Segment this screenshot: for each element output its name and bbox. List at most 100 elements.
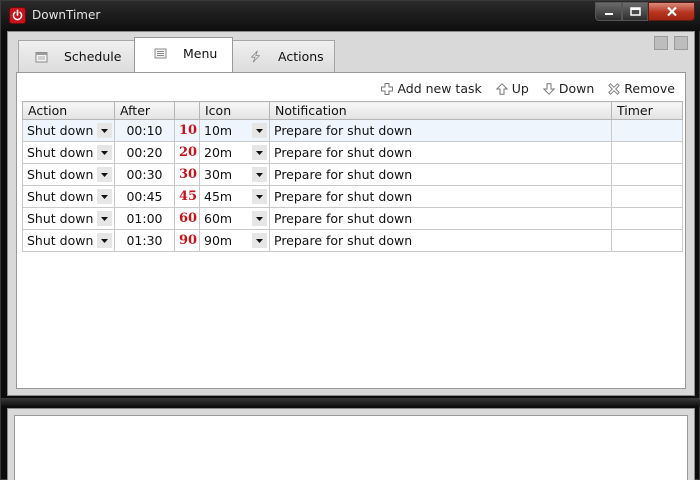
col-timer[interactable]: Timer: [611, 101, 683, 120]
action-dropdown-button[interactable]: [97, 145, 112, 160]
action-cell[interactable]: Shut down: [22, 185, 115, 208]
action-value: Shut down: [27, 233, 94, 248]
action-value: Shut down: [27, 189, 94, 204]
icon-value: 30m: [204, 167, 233, 182]
timer-cell[interactable]: [611, 119, 683, 142]
number-icon-cell: 30: [174, 163, 200, 186]
timer-cell[interactable]: [611, 163, 683, 186]
table-row[interactable]: Shut down 01:00 60 60m Prepare for shut down: [22, 207, 683, 230]
icon-dropdown-button[interactable]: [252, 167, 267, 182]
after-cell[interactable]: 00:30: [114, 163, 175, 186]
maximize-button[interactable]: [622, 2, 648, 21]
col-icon[interactable]: Icon: [199, 101, 270, 120]
icon-cell[interactable]: 20m: [199, 141, 270, 164]
notification-cell[interactable]: Prepare for shut down: [269, 185, 612, 208]
close-icon: [666, 6, 677, 17]
notification-cell[interactable]: Prepare for shut down: [269, 207, 612, 230]
chevron-down-icon: [256, 238, 263, 243]
icon-value: 10m: [204, 123, 233, 138]
icon-cell[interactable]: 90m: [199, 229, 270, 252]
number-icon-cell: 10: [174, 119, 200, 142]
timer-cell[interactable]: [611, 185, 683, 208]
menu-panel: Add new task Up Down Remove Action After…: [16, 72, 686, 389]
number-icon-cell: 45: [174, 185, 200, 208]
notification-cell[interactable]: Prepare for shut down: [269, 119, 612, 142]
after-cell[interactable]: 00:10: [114, 119, 175, 142]
action-cell[interactable]: Shut down: [22, 163, 115, 186]
log-panel: [14, 415, 688, 480]
chevron-down-icon: [256, 128, 263, 133]
number-icon-cell: 20: [174, 141, 200, 164]
action-cell[interactable]: Shut down: [22, 119, 115, 142]
icon-value: 45m: [204, 189, 233, 204]
add-task-button[interactable]: Add new task: [381, 81, 482, 96]
tab-actions[interactable]: Actions: [232, 40, 335, 72]
after-cell[interactable]: 01:30: [114, 229, 175, 252]
table-row[interactable]: Shut down 00:30 30 30m Prepare for shut down: [22, 163, 683, 186]
col-after[interactable]: After: [114, 101, 175, 120]
chevron-down-icon: [101, 194, 108, 199]
action-dropdown-button[interactable]: [97, 167, 112, 182]
action-dropdown-button[interactable]: [97, 123, 112, 138]
title-bar[interactable]: DownTimer: [1, 1, 700, 31]
action-cell[interactable]: Shut down: [22, 141, 115, 164]
icon-cell[interactable]: 60m: [199, 207, 270, 230]
icon-cell[interactable]: 30m: [199, 163, 270, 186]
icon-dropdown-button[interactable]: [252, 189, 267, 204]
action-cell[interactable]: Shut down: [22, 229, 115, 252]
action-value: Shut down: [27, 123, 94, 138]
icon-cell[interactable]: 45m: [199, 185, 270, 208]
action-dropdown-button[interactable]: [97, 211, 112, 226]
col-action[interactable]: Action: [22, 101, 115, 120]
table-row[interactable]: Shut down 00:10 10 10m Prepare for shut down: [22, 119, 683, 142]
close-button[interactable]: [648, 2, 695, 21]
export-icon[interactable]: [654, 36, 668, 50]
action-value: Shut down: [27, 211, 94, 226]
icon-dropdown-button[interactable]: [252, 211, 267, 226]
timer-cell[interactable]: [611, 141, 683, 164]
move-down-label: Down: [558, 81, 595, 96]
calendar-icon: [35, 50, 48, 64]
col-number[interactable]: [174, 101, 200, 120]
arrow-up-icon: [495, 82, 508, 95]
notification-cell[interactable]: Prepare for shut down: [269, 163, 612, 186]
timer-cell[interactable]: [611, 229, 683, 252]
action-dropdown-button[interactable]: [97, 189, 112, 204]
settings-icon[interactable]: [674, 36, 688, 50]
after-cell[interactable]: 00:20: [114, 141, 175, 164]
after-cell[interactable]: 00:45: [114, 185, 175, 208]
lower-area: [7, 408, 695, 480]
power-icon[interactable]: [9, 7, 26, 24]
table-row[interactable]: Shut down 00:20 20 20m Prepare for shut down: [22, 141, 683, 164]
notification-cell[interactable]: Prepare for shut down: [269, 229, 612, 252]
timer-cell[interactable]: [611, 207, 683, 230]
number-icon-cell: 90: [174, 229, 200, 252]
move-down-button[interactable]: Down: [542, 81, 595, 96]
chevron-down-icon: [101, 238, 108, 243]
tab-menu[interactable]: Menu: [134, 37, 233, 72]
action-value: Shut down: [27, 145, 94, 160]
move-up-button[interactable]: Up: [495, 81, 529, 96]
action-cell[interactable]: Shut down: [22, 207, 115, 230]
icon-dropdown-button[interactable]: [252, 123, 267, 138]
icon-dropdown-button[interactable]: [252, 233, 267, 248]
icon-dropdown-button[interactable]: [252, 145, 267, 160]
tab-schedule[interactable]: Schedule: [18, 40, 135, 72]
table-row[interactable]: Shut down 00:45 45 45m Prepare for shut down: [22, 185, 683, 208]
minimize-button[interactable]: [595, 2, 622, 21]
task-grid: Action After Icon Notification Timer Shu…: [22, 101, 683, 252]
remove-task-button[interactable]: Remove: [608, 81, 675, 96]
splitter[interactable]: [1, 398, 700, 406]
notification-cell[interactable]: Prepare for shut down: [269, 141, 612, 164]
icon-cell[interactable]: 10m: [199, 119, 270, 142]
lightning-icon: [249, 50, 262, 64]
arrow-down-icon: [542, 82, 555, 95]
task-toolbar: Add new task Up Down Remove: [381, 81, 675, 96]
col-notification[interactable]: Notification: [269, 101, 612, 120]
after-cell[interactable]: 01:00: [114, 207, 175, 230]
chevron-down-icon: [101, 172, 108, 177]
action-dropdown-button[interactable]: [97, 233, 112, 248]
table-row[interactable]: Shut down 01:30 90 90m Prepare for shut down: [22, 229, 683, 252]
remove-task-label: Remove: [624, 81, 675, 96]
grid-header: Action After Icon Notification Timer: [22, 101, 683, 120]
